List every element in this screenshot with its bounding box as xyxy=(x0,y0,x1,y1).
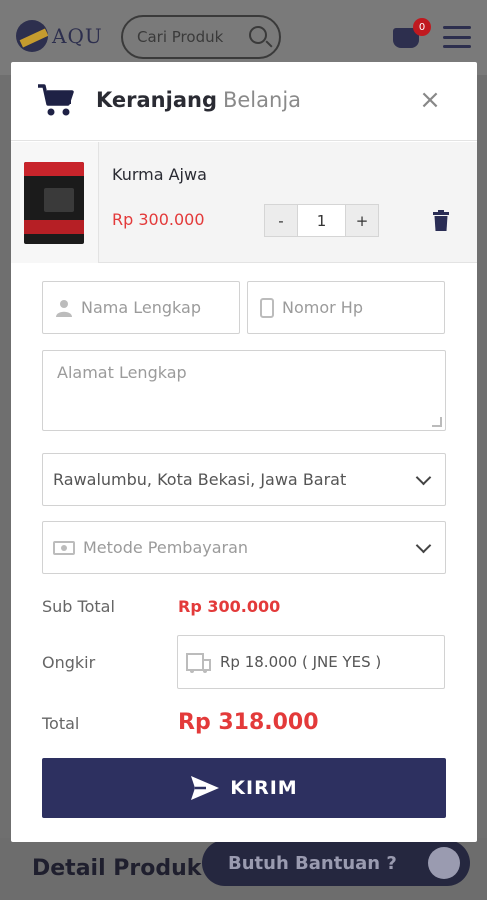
detail-title: Detail Produk xyxy=(32,856,202,881)
payment-placeholder: Metode Pembayaran xyxy=(83,538,249,557)
help-label: Butuh Bantuan ? xyxy=(228,852,397,874)
search-input: Cari Produk xyxy=(121,15,281,59)
payment-method-select[interactable]: Metode Pembayaran xyxy=(42,521,446,574)
product-thumbnail xyxy=(24,162,84,244)
total-label: Total xyxy=(42,714,80,733)
shipping-value: Rp 18.000 ( JNE YES ) xyxy=(220,653,382,671)
submit-button[interactable]: KIRIM xyxy=(42,758,446,818)
modal-header: Keranjang Belanja × xyxy=(11,62,477,141)
total-value: Rp 318.000 xyxy=(178,710,319,735)
quantity-increase-button[interactable]: + xyxy=(346,205,378,236)
product-price: Rp 300.000 xyxy=(112,210,205,229)
resize-handle-icon xyxy=(432,417,442,427)
city-value: Rawalumbu, Kota Bekasi, Jawa Barat xyxy=(53,470,347,489)
chevron-down-icon xyxy=(415,537,432,554)
subtotal-label: Sub Total xyxy=(42,597,115,616)
modal-title-light: Belanja xyxy=(222,88,302,112)
logo-text: AQU xyxy=(52,24,103,48)
shipping-option-field[interactable]: Rp 18.000 ( JNE YES ) xyxy=(177,635,445,689)
cart-count-badge: 0 xyxy=(413,18,431,36)
shipping-box-icon xyxy=(186,653,211,673)
submit-label: KIRIM xyxy=(230,777,298,799)
full-name-placeholder: Nama Lengkap xyxy=(81,298,201,317)
search-placeholder: Cari Produk xyxy=(137,28,224,46)
modal-title-strong: Keranjang xyxy=(96,88,217,112)
subtotal-value: Rp 300.000 xyxy=(178,597,281,616)
logo-mark-icon xyxy=(16,20,48,52)
user-icon xyxy=(56,299,72,317)
phone-placeholder: Nomor Hp xyxy=(282,298,363,317)
send-icon xyxy=(191,776,220,800)
modal-title: Keranjang Belanja xyxy=(96,88,301,112)
phone-field[interactable]: Nomor Hp xyxy=(247,281,445,334)
quantity-stepper: - 1 + xyxy=(264,204,379,237)
brand-logo: AQU xyxy=(16,18,108,54)
product-name: Kurma Ajwa xyxy=(112,165,207,184)
address-field[interactable]: Alamat Lengkap xyxy=(42,350,446,431)
help-button: Butuh Bantuan ? xyxy=(202,840,470,886)
quantity-value[interactable]: 1 xyxy=(297,205,346,236)
money-icon xyxy=(53,540,75,555)
shopping-cart-icon xyxy=(38,84,74,116)
city-select[interactable]: Rawalumbu, Kota Bekasi, Jawa Barat xyxy=(42,453,446,506)
product-thumbnail-wrap xyxy=(11,142,99,263)
cart-modal: Keranjang Belanja × Kurma Ajwa Rp 300.000… xyxy=(11,62,477,842)
quantity-decrease-button[interactable]: - xyxy=(265,205,297,236)
cart-item-row xyxy=(11,142,477,263)
chat-icon xyxy=(428,847,460,879)
address-placeholder: Alamat Lengkap xyxy=(57,363,187,382)
chevron-down-icon xyxy=(415,469,432,486)
close-button[interactable]: × xyxy=(416,86,444,114)
shipping-label: Ongkir xyxy=(42,653,96,672)
phone-icon xyxy=(260,297,274,318)
hamburger-menu-icon xyxy=(443,26,471,48)
search-icon xyxy=(249,26,267,44)
trash-icon[interactable] xyxy=(432,210,450,232)
full-name-field[interactable]: Nama Lengkap xyxy=(42,281,240,334)
